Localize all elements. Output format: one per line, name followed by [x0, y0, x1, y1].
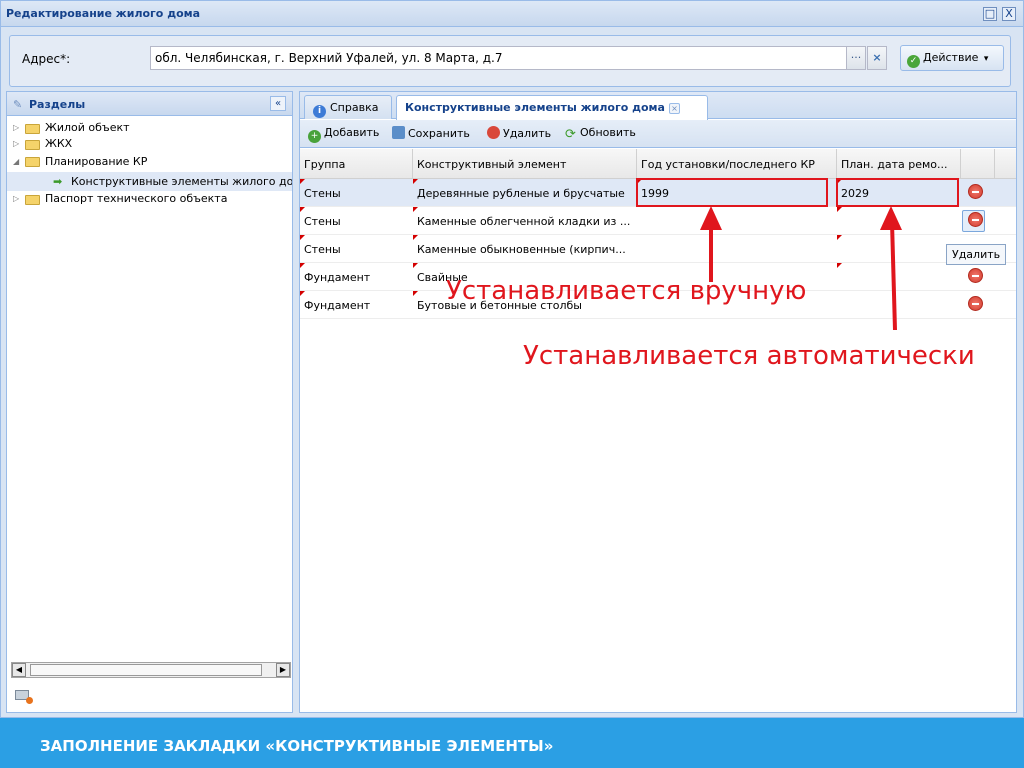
auto-arrow-head: [880, 206, 902, 230]
delete-tooltip: Удалить: [946, 244, 1007, 265]
footer-band: ЗАПОЛНЕНИЕ ЗАКЛАДКИ «КОНСТРУКТИВНЫЕ ЭЛЕМ…: [0, 718, 1024, 768]
auto-arrow-line: [890, 221, 897, 331]
auto-annotation: Устанавливается автоматически: [523, 341, 975, 371]
manual-arrow-head: [700, 206, 722, 230]
footer-title: ЗАПОЛНЕНИЕ ЗАКЛАДКИ «КОНСТРУКТИВНЫЕ ЭЛЕМ…: [40, 737, 554, 755]
manual-annotation: Устанавливается вручную: [446, 276, 807, 306]
